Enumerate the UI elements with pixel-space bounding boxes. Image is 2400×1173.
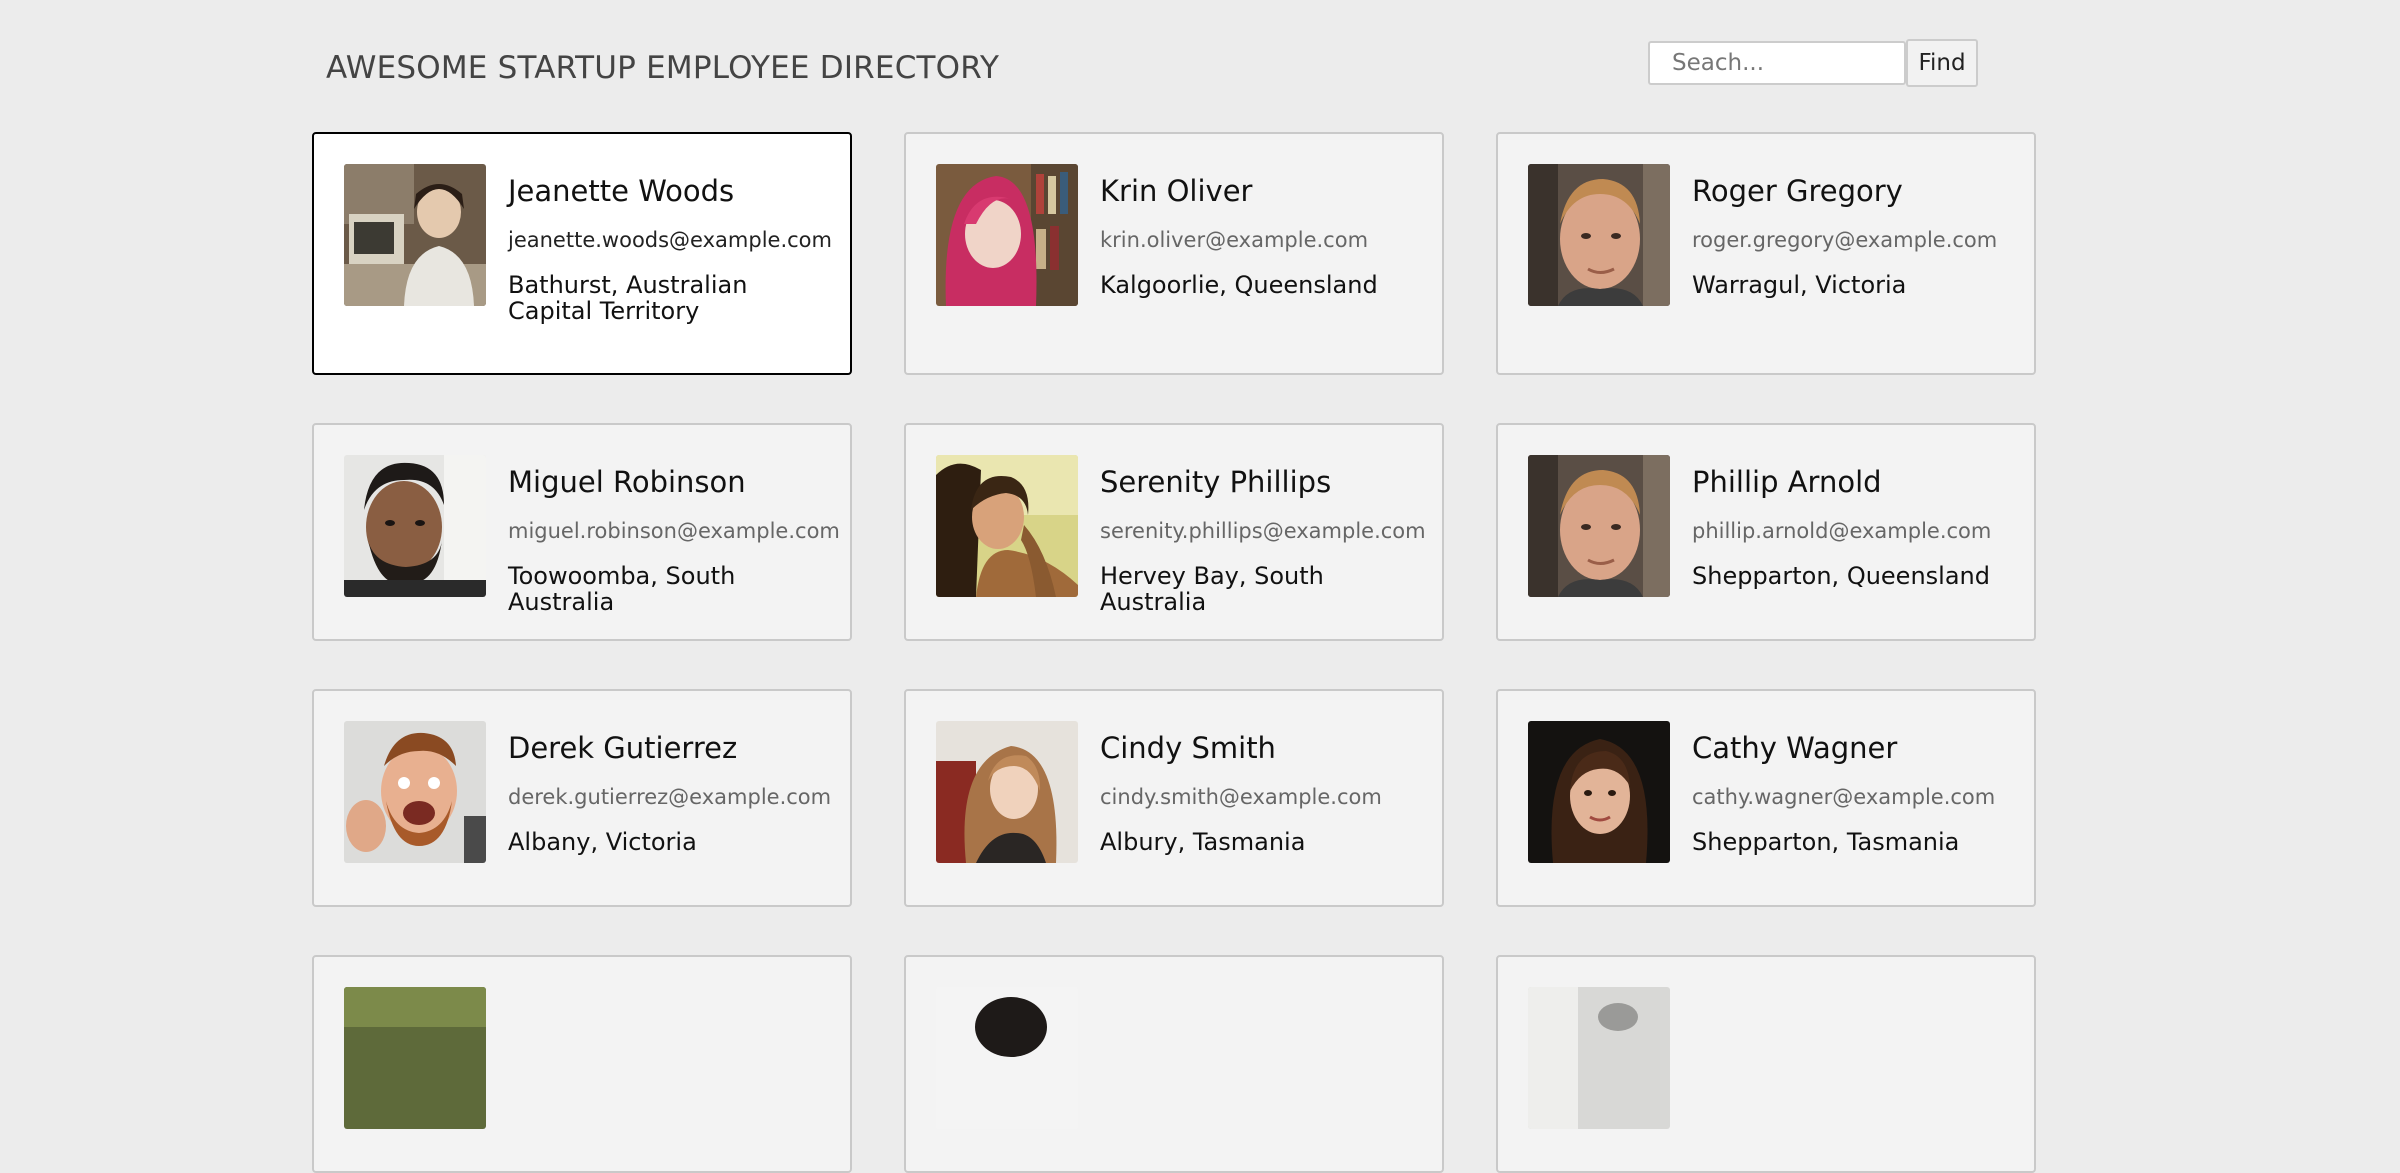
employee-name: Serenity Phillips bbox=[1100, 465, 1332, 499]
employee-photo bbox=[936, 721, 1078, 863]
employee-name: Cathy Wagner bbox=[1692, 731, 1898, 765]
employee-photo-image bbox=[1528, 455, 1670, 597]
employee-name: Phillip Arnold bbox=[1692, 465, 1882, 499]
employee-card[interactable]: Miguel Robinson miguel.robinson@example.… bbox=[312, 423, 852, 641]
employee-location: Albany, Victoria bbox=[508, 828, 697, 856]
employee-location: Shepparton, Queensland bbox=[1692, 562, 1990, 590]
employee-photo bbox=[1528, 987, 1670, 1129]
page-header: AWESOME STARTUP EMPLOYEE DIRECTORY Find bbox=[0, 0, 2400, 130]
employee-photo bbox=[936, 987, 1078, 1129]
employee-card[interactable]: Cindy Smith cindy.smith@example.com Albu… bbox=[904, 689, 1444, 907]
employee-location: Kalgoorlie, Queensland bbox=[1100, 271, 1378, 299]
employee-card[interactable]: Phillip Arnold phillip.arnold@example.co… bbox=[1496, 423, 2036, 641]
employee-name: Cindy Smith bbox=[1100, 731, 1276, 765]
employee-card[interactable] bbox=[312, 955, 852, 1173]
employee-location: Toowoomba, South Australia bbox=[508, 562, 736, 616]
employee-photo bbox=[344, 164, 486, 306]
employee-photo bbox=[344, 721, 486, 863]
employee-photo bbox=[1528, 164, 1670, 306]
find-button[interactable]: Find bbox=[1906, 39, 1978, 87]
employee-name: Krin Oliver bbox=[1100, 174, 1253, 208]
search-input[interactable] bbox=[1648, 41, 1906, 85]
employee-photo bbox=[344, 987, 486, 1129]
employee-photo-image bbox=[1528, 164, 1670, 306]
employee-location: Hervey Bay, South Australia bbox=[1100, 562, 1324, 616]
employee-name: Miguel Robinson bbox=[508, 465, 746, 499]
employee-card[interactable]: Roger Gregory roger.gregory@example.com … bbox=[1496, 132, 2036, 375]
employee-email: miguel.robinson@example.com bbox=[508, 519, 840, 543]
employee-name: Jeanette Woods bbox=[508, 174, 735, 208]
employee-location: Bathurst, Australian Capital Territory bbox=[508, 271, 748, 325]
page-title: AWESOME STARTUP EMPLOYEE DIRECTORY bbox=[326, 50, 1000, 86]
employee-photo bbox=[344, 455, 486, 597]
employee-gallery: Jeanette Woods jeanette.woods@example.co… bbox=[312, 132, 2037, 1173]
employee-photo-image bbox=[344, 721, 486, 863]
employee-photo-image bbox=[344, 455, 486, 597]
employee-photo-image bbox=[344, 987, 486, 1129]
employee-card[interactable]: Derek Gutierrez derek.gutierrez@example.… bbox=[312, 689, 852, 907]
employee-card[interactable]: Cathy Wagner cathy.wagner@example.com Sh… bbox=[1496, 689, 2036, 907]
employee-photo bbox=[1528, 721, 1670, 863]
employee-name: Derek Gutierrez bbox=[508, 731, 738, 765]
employee-email: cathy.wagner@example.com bbox=[1692, 785, 1996, 809]
employee-photo-image bbox=[1528, 987, 1670, 1129]
employee-photo-image bbox=[936, 455, 1078, 597]
employee-photo-image bbox=[936, 164, 1078, 306]
employee-name: Roger Gregory bbox=[1692, 174, 1903, 208]
employee-location: Shepparton, Tasmania bbox=[1692, 828, 1960, 856]
employee-photo bbox=[936, 455, 1078, 597]
employee-photo-image bbox=[1528, 721, 1670, 863]
employee-photo bbox=[1528, 455, 1670, 597]
employee-email: phillip.arnold@example.com bbox=[1692, 519, 1992, 543]
employee-email: serenity.phillips@example.com bbox=[1100, 519, 1426, 543]
employee-email: roger.gregory@example.com bbox=[1692, 228, 1998, 252]
employee-photo-image bbox=[344, 164, 486, 306]
employee-email: krin.oliver@example.com bbox=[1100, 228, 1369, 252]
employee-photo bbox=[936, 164, 1078, 306]
employee-email: derek.gutierrez@example.com bbox=[508, 785, 832, 809]
employee-location: Warragul, Victoria bbox=[1692, 271, 1907, 299]
employee-card[interactable]: Krin Oliver krin.oliver@example.com Kalg… bbox=[904, 132, 1444, 375]
employee-email: cindy.smith@example.com bbox=[1100, 785, 1382, 809]
employee-card[interactable] bbox=[904, 955, 1444, 1173]
employee-card[interactable]: Serenity Phillips serenity.phillips@exam… bbox=[904, 423, 1444, 641]
employee-card[interactable] bbox=[1496, 955, 2036, 1173]
search-form: Find bbox=[1648, 39, 1978, 87]
employee-email: jeanette.woods@example.com bbox=[508, 228, 832, 252]
employee-photo-image bbox=[936, 987, 1078, 1129]
employee-photo-image bbox=[936, 721, 1078, 863]
employee-card[interactable]: Jeanette Woods jeanette.woods@example.co… bbox=[312, 132, 852, 375]
employee-location: Albury, Tasmania bbox=[1100, 828, 1306, 856]
